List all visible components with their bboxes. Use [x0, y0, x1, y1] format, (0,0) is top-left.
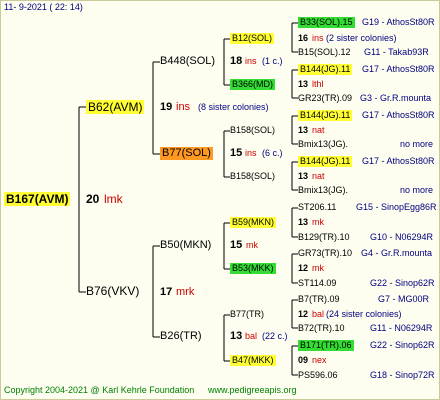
- gen1-node-0[interactable]: B62(AVM): [86, 100, 145, 114]
- gen4-node-14[interactable]: B171(TR).06: [298, 340, 354, 351]
- date-header: 11- 9-2021 ( 22: 14): [4, 2, 83, 12]
- gen4-node-11[interactable]: ST114.09: [298, 279, 336, 288]
- gen4-extra-4: G17 - AthosSt80R: [362, 110, 435, 120]
- gen4-node-1[interactable]: B15(SOL).12: [298, 48, 351, 57]
- gen4-extra-6: G17 - AthosSt80R: [362, 156, 435, 166]
- gen4-node-8[interactable]: ST206.11: [298, 203, 336, 212]
- gen2-node-3[interactable]: B26(TR): [160, 331, 202, 342]
- gen3-node-7[interactable]: B47(MKK): [230, 355, 276, 366]
- gen4-extra-11: G22 - Sinop62R: [370, 278, 435, 288]
- footer-copyright: Copyright 2004-2021 @ Karl Kehrle Founda…: [4, 385, 195, 395]
- gen2-value-1: 15: [230, 147, 243, 159]
- gen3-value-3: 13: [298, 171, 309, 181]
- gen2-value-3: 13: [230, 330, 243, 342]
- gen4-node-4[interactable]: B144(JG).11: [298, 110, 353, 121]
- gen4-extra-5: no more: [400, 139, 434, 149]
- gen4-extra-15: G18 - Sinop72R: [370, 370, 435, 380]
- gen3-unit-0: ins: [312, 33, 324, 43]
- gen4-extra-14: G22 - Sinop62R: [370, 340, 435, 350]
- gen4-extra-9: G10 - N06294R: [370, 232, 434, 242]
- gen3-unit-1: lthl: [312, 79, 324, 89]
- gen3-node-6[interactable]: B77(TR): [230, 310, 264, 319]
- gen1-node-1[interactable]: B76(VKV): [86, 285, 139, 297]
- gen3-node-4[interactable]: B59(MKN): [230, 217, 277, 228]
- root-unit: lmk: [104, 192, 123, 206]
- gen3-value-2: 13: [298, 125, 309, 135]
- gen2-unit-3: bal: [245, 331, 258, 341]
- gen3-unit-3: nat: [312, 171, 325, 181]
- gen1-value-0: 19: [160, 101, 173, 113]
- gen3-node-2[interactable]: B158(SOL): [230, 126, 275, 135]
- gen2-value-2: 15: [230, 239, 243, 251]
- gen4-extra-8: G15 - SinopEgg86R: [356, 202, 437, 212]
- root-value: 20: [86, 192, 100, 206]
- gen3-note-0: (2 sister colonies): [326, 33, 397, 43]
- gen3-value-6: 12: [298, 309, 309, 319]
- gen4-node-6[interactable]: B144(JG).11: [298, 156, 353, 167]
- gen3-node-5[interactable]: B53(MKK): [230, 263, 276, 274]
- gen4-extra-10: G4 - Gr.R.mounta: [361, 248, 433, 258]
- gen4-extra-3: G3 - Gr.R.mounta: [360, 93, 432, 103]
- gen2-unit-0: ins: [245, 56, 257, 66]
- gen4-extra-12: G7 - MG00R: [378, 294, 430, 304]
- gen4-node-12[interactable]: B7(TR).09: [298, 295, 340, 304]
- gen3-value-4: 13: [298, 217, 309, 227]
- gen3-unit-4: mk: [312, 217, 324, 227]
- footer-url[interactable]: www.pedigreeapis.org: [208, 386, 297, 395]
- gen3-node-1[interactable]: B366(MD): [230, 79, 276, 90]
- gen4-node-15[interactable]: PS596.06: [298, 371, 338, 380]
- gen4-extra-1: G11 - Takab93R: [364, 47, 429, 57]
- gen4-node-7[interactable]: Bmix13(JG).: [298, 186, 348, 195]
- gen2-unit-2: mk: [246, 240, 258, 250]
- gen4-node-0[interactable]: B33(SOL).15: [298, 17, 355, 28]
- gen3-unit-7: nex: [312, 355, 327, 365]
- gen3-unit-2: nat: [312, 125, 325, 135]
- gen3-value-7: 09: [298, 355, 309, 365]
- gen2-node-2[interactable]: B50(MKN): [160, 240, 211, 251]
- gen3-node-3[interactable]: B158(SOL): [230, 172, 275, 181]
- gen4-node-3[interactable]: GR23(TR).09: [298, 94, 352, 103]
- gen4-node-2[interactable]: B144(JG).11: [298, 64, 353, 75]
- gen1-note-0: (8 sister colonies): [198, 102, 269, 112]
- gen1-value-1: 17: [160, 286, 173, 298]
- gen2-note-0: (1 c.): [262, 56, 283, 66]
- gen1-unit-1: mrk: [176, 286, 195, 298]
- gen1-unit-0: ins: [176, 101, 191, 113]
- gen2-node-0[interactable]: B448(SOL): [160, 56, 215, 67]
- gen3-note-6: (24 sister colonies): [326, 309, 402, 319]
- gen3-unit-5: mk: [312, 263, 324, 273]
- gen2-unit-1: ins: [245, 148, 257, 158]
- gen4-node-13[interactable]: B72(TR).10: [298, 324, 345, 333]
- gen3-value-1: 13: [298, 79, 309, 89]
- gen3-node-0[interactable]: B12(SOL): [230, 33, 275, 44]
- gen4-node-9[interactable]: B129(TR).10: [298, 233, 350, 242]
- gen2-value-0: 18: [230, 55, 243, 67]
- gen2-note-3: (22 c.): [262, 331, 288, 341]
- gen2-note-1: (6 c.): [262, 148, 283, 158]
- gen3-unit-6: bal: [312, 309, 325, 319]
- gen4-extra-7: no more: [400, 185, 434, 195]
- gen4-extra-13: G11 - N06294R: [370, 323, 433, 333]
- gen3-value-5: 12: [298, 263, 309, 273]
- gen2-node-1[interactable]: B77(SOL): [160, 147, 213, 160]
- root-node[interactable]: B167(AVM): [4, 192, 71, 206]
- gen4-node-10[interactable]: GR73(TR).10: [298, 249, 352, 258]
- gen4-extra-2: G17 - AthosSt80R: [362, 64, 435, 74]
- gen3-value-0: 16: [298, 33, 309, 43]
- gen4-extra-0: G19 - AthosSt80R: [362, 17, 435, 27]
- gen4-node-5[interactable]: Bmix13(JG).: [298, 140, 348, 149]
